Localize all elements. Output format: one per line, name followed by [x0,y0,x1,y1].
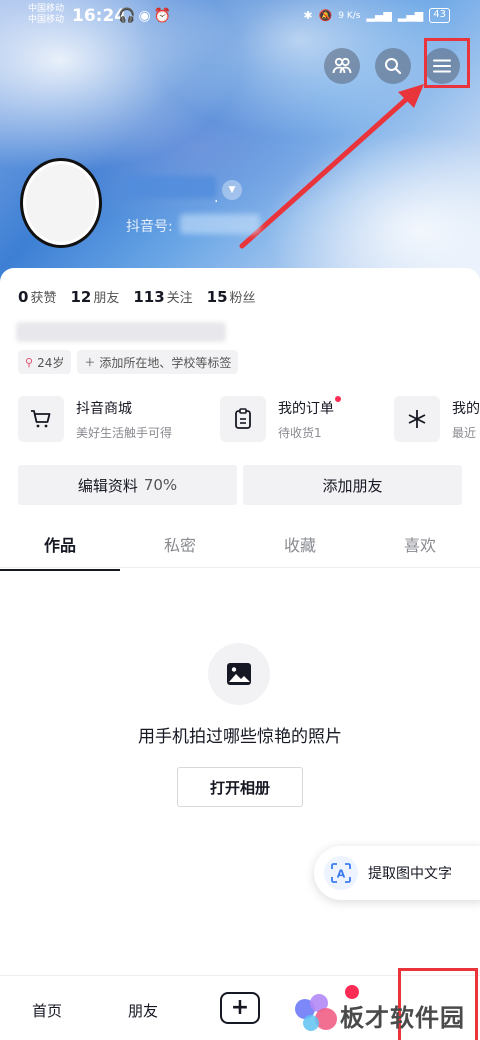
avatar-image [23,161,99,245]
douyin-id-label: 抖音号: [126,219,173,235]
female-icon: ⚲ [25,355,34,369]
open-album-button[interactable]: 打开相册 [177,767,303,807]
plus-icon: ＋ [84,356,96,369]
tag-age-label: 24岁 [37,355,65,370]
tag-add[interactable]: ＋ 添加所在地、学校等标签 [77,350,239,374]
watermark-logo [295,994,337,1031]
service-more-subtitle: 最近 [452,425,477,440]
stat-friends-label: 朋友 [93,291,120,306]
watermark-text: 板才软件园 [340,1004,465,1032]
tab-private[interactable]: 私密 [120,528,240,567]
nav-friends[interactable]: 朋友 [128,1000,158,1021]
tab-favorites[interactable]: 收藏 [240,528,360,567]
photo-icon [208,643,270,705]
stat-likes-label: 获赞 [30,291,57,306]
annotation-arrow [239,84,424,249]
stat-followers[interactable]: 15 粉丝 [207,287,256,306]
cart-icon [18,396,64,442]
tab-works[interactable]: 作品 [0,528,120,571]
username-dot: . [214,190,219,206]
nav-notification-dot [345,985,359,999]
service-more[interactable]: 我的 最近 [394,396,480,442]
stat-likes-count: 0 [18,288,29,306]
empty-state-message: 用手机拍过哪些惊艳的照片 [138,727,342,747]
edit-profile-progress: 70% [143,476,178,494]
stat-friends-count: 12 [70,288,92,306]
create-post-button[interactable]: + [220,992,260,1024]
bio-redacted [16,322,226,342]
service-more-title: 我的 [452,400,480,417]
profile-tags: ⚲ 24岁 ＋ 添加所在地、学校等标签 [18,350,239,374]
profile-stats: 0 获赞 12 朋友 113 关注 15 粉丝 [18,287,256,306]
stat-followers-label: 粉丝 [229,291,256,306]
add-friend-button[interactable]: 添加朋友 [243,465,462,505]
username-redacted [126,176,216,198]
edit-profile-button[interactable]: 编辑资料 70% [18,465,237,505]
edit-profile-label: 编辑资料 [77,476,138,495]
sparkle-icon [394,396,440,442]
service-shop-title: 抖音商城 [76,400,132,417]
avatar[interactable] [20,158,102,248]
service-shop[interactable]: 抖音商城 美好生活触手可得 [18,396,172,442]
stat-following-label: 关注 [166,291,193,306]
notification-dot [335,395,341,402]
stat-followers-count: 15 [206,288,228,306]
extract-text-button[interactable]: A 提取图中文字 [314,846,480,900]
order-icon [220,396,266,442]
add-friend-label: 添加朋友 [322,476,383,495]
stat-friends[interactable]: 12 朋友 [70,287,119,306]
service-orders-title: 我的订单 [278,400,334,417]
extract-text-label: 提取图中文字 [368,866,452,882]
tag-add-label: 添加所在地、学校等标签 [99,355,232,370]
tab-likes[interactable]: 喜欢 [360,528,480,567]
service-orders-title-wrap: 我的订单 [278,395,341,418]
chevron-down-icon[interactable]: ▼ [222,180,242,200]
tag-age[interactable]: ⚲ 24岁 [18,350,72,374]
service-shop-subtitle: 美好生活触手可得 [76,425,173,440]
plus-icon: + [230,995,250,1020]
content-tabs: 作品 私密 收藏 喜欢 [0,528,480,571]
service-orders[interactable]: 我的订单 待收货1 [220,395,341,442]
svg-text:A: A [337,868,346,881]
douyin-id-redacted [180,214,260,234]
stat-following[interactable]: 113 关注 [133,287,192,306]
stat-likes[interactable]: 0 获赞 [18,287,56,306]
ocr-icon: A [324,856,358,890]
nav-home[interactable]: 首页 [32,1000,62,1021]
stat-following-count: 113 [133,288,165,306]
service-orders-subtitle: 待收货1 [278,425,322,440]
